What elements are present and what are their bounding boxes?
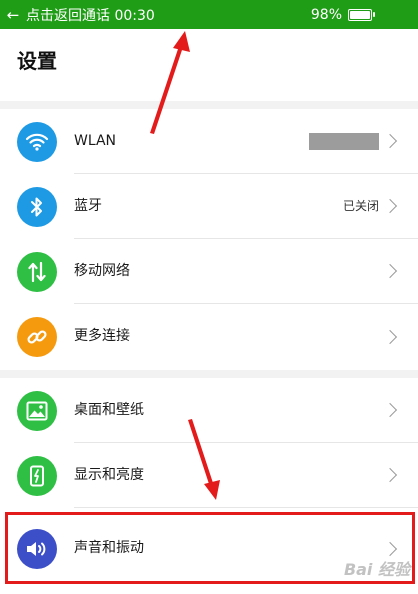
back-arrow-icon[interactable]: ← xyxy=(0,6,26,24)
display-brightness-icon xyxy=(17,455,57,496)
page-header: 设置 xyxy=(0,29,418,101)
baidu-watermark: Bai 经验 xyxy=(343,560,410,579)
settings-group-connectivity: WLAN 蓝牙 已关闭 移动网络 更多连接 xyxy=(0,109,418,370)
settings-item-desktop-wallpaper[interactable]: 桌面和壁纸 xyxy=(0,378,418,443)
settings-item-label: 移动网络 xyxy=(74,262,130,279)
return-to-call-text[interactable]: 点击返回通话 00:30 xyxy=(26,5,311,25)
settings-item-label: WLAN xyxy=(74,132,117,149)
settings-item-mobile-network[interactable]: 移动网络 xyxy=(0,239,418,304)
bluetooth-status: 已关闭 xyxy=(342,198,379,213)
chevron-right-icon xyxy=(382,133,398,149)
wifi-network-name-redacted xyxy=(309,132,379,150)
settings-item-wlan[interactable]: WLAN xyxy=(0,109,418,174)
settings-item-label: 更多连接 xyxy=(74,328,130,344)
settings-item-label: 声音和振动 xyxy=(74,540,144,556)
chevron-right-icon xyxy=(382,198,398,214)
chevron-right-icon xyxy=(382,329,398,344)
sound-icon xyxy=(17,528,57,569)
wifi-icon xyxy=(17,121,57,162)
link-icon xyxy=(17,316,57,357)
battery-icon xyxy=(348,8,375,21)
settings-item-label: 显示和亮度 xyxy=(74,466,144,483)
page-title: 设置 xyxy=(17,49,57,73)
mobile-network-icon xyxy=(17,251,57,292)
battery-percentage: 98% xyxy=(310,6,342,23)
chevron-right-icon xyxy=(382,467,398,483)
in-call-status-bar[interactable]: ← 点击返回通话 00:30 98% xyxy=(0,0,418,29)
settings-item-display-brightness[interactable]: 显示和亮度 xyxy=(0,443,418,508)
settings-item-more-connections[interactable]: 更多连接 xyxy=(0,304,418,369)
settings-item-bluetooth[interactable]: 蓝牙 已关闭 xyxy=(0,174,418,239)
settings-item-label: 蓝牙 xyxy=(74,197,102,214)
chevron-right-icon xyxy=(382,541,398,556)
bluetooth-icon xyxy=(17,186,57,227)
chevron-right-icon xyxy=(382,263,398,279)
chevron-right-icon xyxy=(382,402,398,418)
settings-item-label: 桌面和壁纸 xyxy=(74,401,144,418)
wallpaper-icon xyxy=(17,390,57,431)
